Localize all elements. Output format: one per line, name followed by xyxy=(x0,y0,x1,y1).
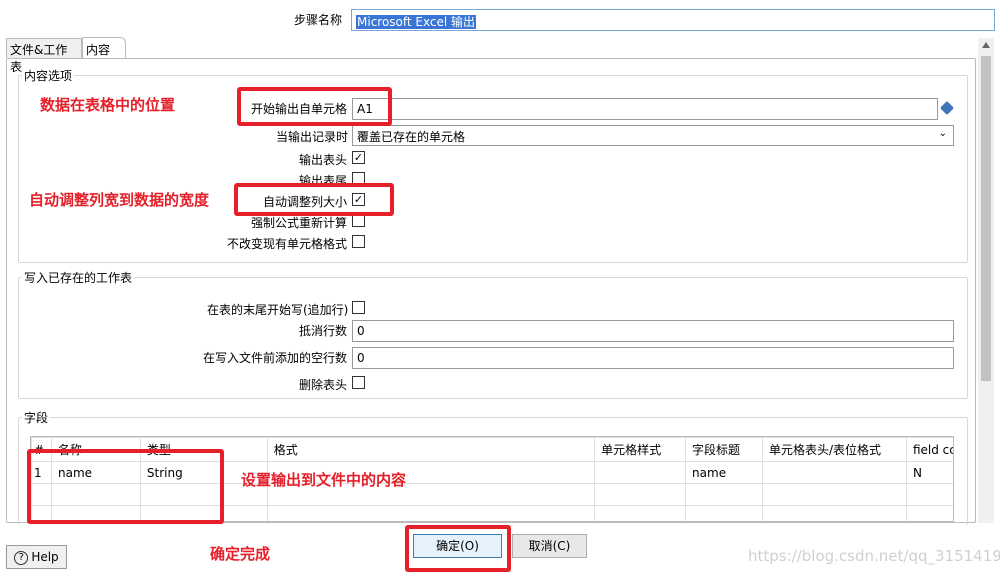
chevron-down-icon: ⌄ xyxy=(938,128,947,139)
existing-sheet-title: 写入已存在的工作表 xyxy=(22,269,135,286)
scrollbar-thumb[interactable] xyxy=(981,56,991,381)
fields-highlight xyxy=(27,449,224,524)
keep-format-label: 不改变现有单元格格式 xyxy=(227,237,348,251)
step-name-input[interactable]: Microsoft Excel 输出 xyxy=(351,9,995,31)
force-recalc-label: 强制公式重新计算 xyxy=(251,216,348,230)
scroll-up-arrow-icon[interactable] xyxy=(982,42,990,48)
fields-title: 字段 xyxy=(22,409,51,426)
col-format-header[interactable]: 格式 xyxy=(266,437,596,462)
content-options-title: 内容选项 xyxy=(22,67,75,84)
col-field-title-header[interactable]: 字段标题 xyxy=(685,437,763,462)
step-name-label: 步骤名称 xyxy=(294,13,343,27)
tab-content[interactable]: 内容 xyxy=(82,37,126,59)
autosize-highlight xyxy=(234,183,394,216)
help-button[interactable]: ? Help xyxy=(6,545,67,569)
empty-rows-input[interactable]: 0 xyxy=(352,347,954,369)
tab-file-sheet[interactable]: 文件&工作表 xyxy=(6,38,82,74)
offset-rows-label: 抵消行数 xyxy=(299,324,348,338)
keep-format-checkbox[interactable] xyxy=(352,235,365,248)
start-cell-highlight xyxy=(237,87,392,126)
col-cell-style-header[interactable]: 单元格样式 xyxy=(594,437,687,462)
output-header-checkbox[interactable]: ✓ xyxy=(352,151,365,164)
append-rows-checkbox[interactable] xyxy=(352,301,365,314)
ok-button[interactable]: 确定(O) xyxy=(413,534,502,558)
row-field-title-cell[interactable]: name xyxy=(685,461,763,484)
annotation-content: 设置输出到文件中的内容 xyxy=(241,471,407,489)
col-field-cc-header[interactable]: field cc xyxy=(905,437,953,462)
empty-rows-label: 在写入文件前添加的空行数 xyxy=(203,351,348,365)
step-name-value: Microsoft Excel 输出 xyxy=(356,15,477,29)
delete-header-checkbox[interactable] xyxy=(352,376,365,389)
row-cell-style-cell[interactable] xyxy=(594,461,687,484)
help-button-label: Help xyxy=(31,550,59,564)
row-field-cc-cell[interactable]: N xyxy=(905,461,953,484)
row-header-style-cell[interactable] xyxy=(762,461,907,484)
col-header-style-header[interactable]: 单元格表头/表位格式 xyxy=(762,437,907,462)
append-rows-label: 在表的末尾开始写(追加行) xyxy=(207,303,349,317)
annotation-confirm: 确定完成 xyxy=(210,545,271,563)
offset-rows-value: 0 xyxy=(357,324,365,338)
annotation-autosize: 自动调整列宽到数据的宽度 xyxy=(29,191,210,209)
ok-button-label: 确定(O) xyxy=(436,539,479,553)
when-output-label: 当输出记录时 xyxy=(276,130,349,144)
output-header-label: 输出表头 xyxy=(299,153,348,167)
cancel-button[interactable]: 取消(C) xyxy=(512,534,587,558)
tab-content-label: 内容 xyxy=(86,43,111,57)
annotation-position: 数据在表格中的位置 xyxy=(40,96,176,114)
watermark: https://blog.csdn.net/qq_31514193 xyxy=(748,547,1000,565)
delete-header-label: 删除表头 xyxy=(299,378,348,392)
help-icon: ? xyxy=(14,550,29,565)
start-cell-input[interactable]: A1 xyxy=(352,98,938,120)
cancel-button-label: 取消(C) xyxy=(528,539,571,553)
empty-rows-value: 0 xyxy=(357,351,365,365)
offset-rows-input[interactable]: 0 xyxy=(352,320,954,342)
vertical-scrollbar[interactable] xyxy=(978,38,994,523)
when-output-select[interactable]: 覆盖已存在的单元格 ⌄ xyxy=(352,125,954,146)
when-output-value: 覆盖已存在的单元格 xyxy=(357,130,466,144)
